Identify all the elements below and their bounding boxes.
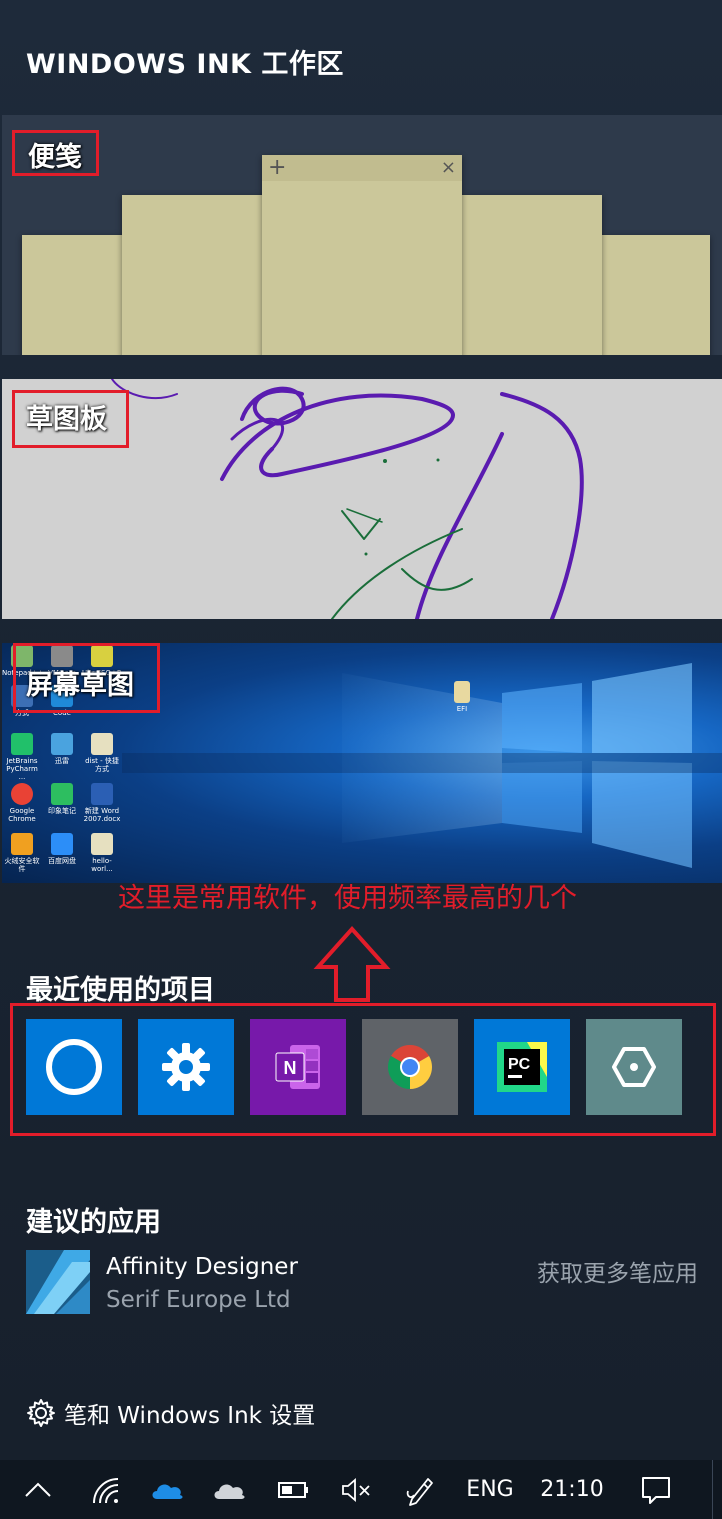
annotation-box-sketchpad xyxy=(12,390,129,448)
action-center-button[interactable] xyxy=(636,1460,676,1519)
chevron-up-icon xyxy=(25,1482,51,1497)
close-note-icon: × xyxy=(440,157,456,178)
cloud-icon xyxy=(214,1483,245,1499)
desktop-icon: 印象笔记 xyxy=(42,783,82,815)
network-button[interactable] xyxy=(88,1460,122,1519)
recent-tile-onenote[interactable]: N xyxy=(250,1019,346,1115)
sticky-note xyxy=(22,235,127,355)
sticky-note-front: + × xyxy=(262,155,462,355)
annotation-up-arrow-icon xyxy=(313,926,391,1002)
sticky-note xyxy=(462,195,602,355)
windows-ink-workspace-panel: WINDOWS INK 工作区 + × 便笺 草图板 Notepad++ VMw… xyxy=(0,0,722,1460)
desktop-icon: 新建 Word 2007.docx xyxy=(82,783,122,823)
sticky-note xyxy=(122,195,267,355)
recent-tile-chrome[interactable] xyxy=(362,1019,458,1115)
suggested-apps-heading: 建议的应用 xyxy=(26,1207,161,1238)
gear-icon xyxy=(27,1399,55,1427)
svg-text:N: N xyxy=(284,1058,297,1078)
show-hidden-icons-button[interactable] xyxy=(20,1460,56,1519)
affinity-designer-logo-icon[interactable] xyxy=(26,1250,90,1314)
recent-tile-hexagon-app[interactable] xyxy=(586,1019,682,1115)
desktop-icon: EFI xyxy=(442,681,482,713)
annotation-box-sticky xyxy=(12,130,99,176)
annotation-box-screen-sketch xyxy=(13,643,160,713)
gear-icon xyxy=(162,1043,210,1091)
battery-button[interactable] xyxy=(276,1460,312,1519)
desktop-icon: hello-worl... xyxy=(82,833,122,873)
recent-tile-settings[interactable] xyxy=(138,1019,234,1115)
add-note-icon: + xyxy=(268,155,287,180)
volume-button[interactable] xyxy=(338,1460,374,1519)
recent-items-heading: 最近使用的项目 xyxy=(26,975,215,1006)
recent-tile-pycharm[interactable]: PC xyxy=(474,1019,570,1115)
get-more-pen-apps-link[interactable]: 获取更多笔应用 xyxy=(537,1254,698,1288)
pen-icon xyxy=(406,1477,433,1506)
show-desktop-button[interactable] xyxy=(712,1460,722,1519)
panel-title: WINDOWS INK 工作区 xyxy=(26,49,344,80)
pycharm-icon: PC xyxy=(497,1042,547,1092)
recent-tile-cortana[interactable] xyxy=(26,1019,122,1115)
battery-icon xyxy=(278,1481,308,1498)
desktop-icon: Google Chrome xyxy=(2,783,42,823)
desktop-icon: 百度网盘 xyxy=(42,833,82,865)
desktop-icon: 火绒安全软件 xyxy=(2,833,42,873)
windows-ink-button[interactable] xyxy=(402,1460,440,1519)
sticky-notes-card[interactable]: + × 便笺 xyxy=(2,115,722,355)
onenote-icon: N xyxy=(275,1045,320,1089)
desktop-icon: JetBrains PyCharm ... xyxy=(2,733,42,781)
sticky-note-header xyxy=(262,155,462,181)
suggested-app-publisher: Serif Europe Ltd xyxy=(106,1287,291,1313)
chrome-icon xyxy=(388,1045,432,1089)
onedrive-button[interactable] xyxy=(148,1460,186,1519)
taskbar: ENG 21:10 xyxy=(0,1460,722,1519)
svg-text:PC: PC xyxy=(508,1056,531,1073)
desktop-icon: 迅雷 xyxy=(42,733,82,765)
taskbar-clock[interactable]: 21:10 xyxy=(532,1460,612,1519)
onedrive-personal-button[interactable] xyxy=(210,1460,248,1519)
pen-settings-link[interactable]: 笔和 Windows Ink 设置 xyxy=(26,1396,315,1430)
volume-muted-icon xyxy=(342,1477,370,1502)
cortana-ring-icon xyxy=(46,1039,102,1095)
input-language-indicator[interactable]: ENG xyxy=(458,1460,522,1519)
annotation-note: 这里是常用软件，使用频率最高的几个 xyxy=(118,883,577,914)
sticky-note xyxy=(600,235,710,355)
notification-icon xyxy=(642,1476,670,1504)
desktop-icon: dist - 快捷方式 xyxy=(82,733,122,773)
onedrive-cloud-icon xyxy=(152,1483,183,1499)
pen-settings-label: 笔和 Windows Ink 设置 xyxy=(64,1403,316,1429)
wifi-icon xyxy=(93,1477,119,1503)
suggested-app-name[interactable]: Affinity Designer xyxy=(106,1254,298,1280)
hexagon-icon xyxy=(612,1047,656,1087)
